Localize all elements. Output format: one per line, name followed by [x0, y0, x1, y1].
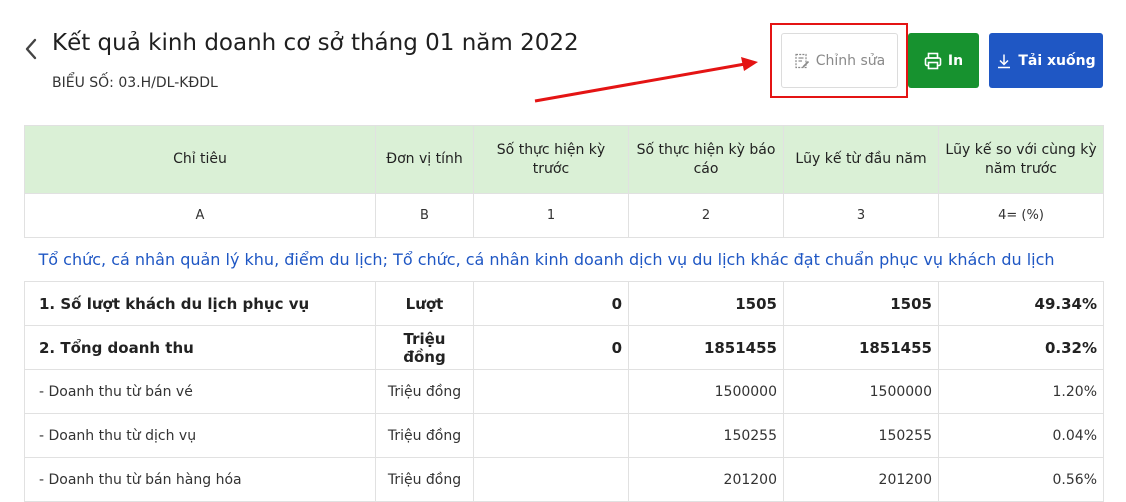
- value-cell: 0.56%: [938, 457, 1104, 502]
- column-code: A: [24, 193, 376, 238]
- value-cell: 201200: [628, 457, 784, 502]
- value-cell: 1500000: [783, 369, 939, 414]
- download-button-label: Tải xuống: [1018, 52, 1096, 69]
- value-cell: 0.04%: [938, 413, 1104, 458]
- download-icon: [998, 54, 1011, 68]
- indicator-cell: 2. Tổng doanh thu: [24, 325, 376, 370]
- value-cell: 1851455: [628, 325, 784, 370]
- unit-cell: Triệu đồng: [375, 369, 474, 414]
- table-row: 2. Tổng doanh thu Triệu đồng 0 1851455 1…: [24, 325, 1104, 370]
- printer-icon: [924, 52, 942, 69]
- value-cell: 1851455: [783, 325, 939, 370]
- unit-cell: Triệu đồng: [375, 413, 474, 458]
- edit-button-label: Chỉnh sửa: [815, 52, 886, 69]
- back-chevron-icon[interactable]: [22, 37, 40, 61]
- indicator-cell: - Doanh thu từ bán hàng hóa: [24, 457, 376, 502]
- value-cell: 49.34%: [938, 281, 1104, 326]
- value-cell: 201200: [783, 457, 939, 502]
- value-cell: 150255: [783, 413, 939, 458]
- column-code: B: [375, 193, 474, 238]
- table-row: - Doanh thu từ bán vé Triệu đồng 1500000…: [24, 369, 1104, 414]
- value-cell: [473, 413, 629, 458]
- form-code: BIỂU SỐ: 03.H/DL-KĐDL: [52, 75, 218, 91]
- value-cell: 0.32%: [938, 325, 1104, 370]
- value-cell: 1505: [783, 281, 939, 326]
- column-code: 3: [783, 193, 939, 238]
- table-row: - Doanh thu từ bán hàng hóa Triệu đồng 2…: [24, 457, 1104, 502]
- column-header: Đơn vị tính: [375, 125, 474, 194]
- value-cell: 0: [473, 325, 629, 370]
- value-cell: 1500000: [628, 369, 784, 414]
- column-code: 4= (%): [938, 193, 1104, 238]
- indicator-cell: - Doanh thu từ bán vé: [24, 369, 376, 414]
- page-title: Kết quả kinh doanh cơ sở tháng 01 năm 20…: [52, 30, 579, 56]
- edit-document-icon: [795, 53, 809, 68]
- table-row: 1. Số lượt khách du lịch phục vụ Lượt 0 …: [24, 281, 1104, 326]
- edit-button[interactable]: Chỉnh sửa: [781, 33, 898, 88]
- column-code: 2: [628, 193, 784, 238]
- section-title: Tổ chức, cá nhân quản lý khu, điểm du lị…: [24, 237, 1104, 282]
- download-button[interactable]: Tải xuống: [989, 33, 1103, 88]
- column-header: Lũy kế so với cùng kỳ năm trước: [938, 125, 1104, 194]
- value-cell: 1505: [628, 281, 784, 326]
- value-cell: 1.20%: [938, 369, 1104, 414]
- value-cell: 0: [473, 281, 629, 326]
- section-row: Tổ chức, cá nhân quản lý khu, điểm du lị…: [24, 237, 1104, 282]
- indicator-cell: 1. Số lượt khách du lịch phục vụ: [24, 281, 376, 326]
- indicator-cell: - Doanh thu từ dịch vụ: [24, 413, 376, 458]
- table-header-row: Chỉ tiêu Đơn vị tính Số thực hiện kỳ trư…: [24, 125, 1104, 194]
- value-cell: 150255: [628, 413, 784, 458]
- unit-cell: Triệu đồng: [375, 457, 474, 502]
- column-header: Số thực hiện kỳ báo cáo: [628, 125, 784, 194]
- value-cell: [473, 457, 629, 502]
- unit-cell: Triệu đồng: [375, 325, 474, 370]
- column-code: 1: [473, 193, 629, 238]
- print-button-label: In: [947, 52, 964, 69]
- value-cell: [473, 369, 629, 414]
- report-table: Chỉ tiêu Đơn vị tính Số thực hiện kỳ trư…: [24, 125, 1104, 502]
- unit-cell: Lượt: [375, 281, 474, 326]
- column-code-row: A B 1 2 3 4= (%): [24, 193, 1104, 238]
- column-header: Lũy kế từ đầu năm: [783, 125, 939, 194]
- print-button[interactable]: In: [908, 33, 979, 88]
- column-header: Số thực hiện kỳ trước: [473, 125, 629, 194]
- column-header: Chỉ tiêu: [24, 125, 376, 194]
- table-row: - Doanh thu từ dịch vụ Triệu đồng 150255…: [24, 413, 1104, 458]
